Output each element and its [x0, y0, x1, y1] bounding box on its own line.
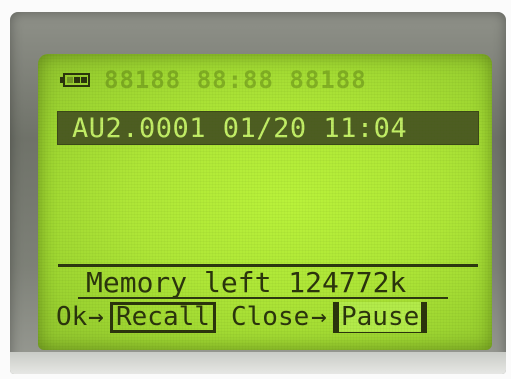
- close-arrow-icon: →: [311, 302, 327, 332]
- recall-label: Recall: [116, 302, 210, 332]
- memory-underline: [78, 297, 448, 299]
- status-row: 88188 88:88 88188: [60, 66, 480, 94]
- device-bezel-bottom: [10, 352, 506, 374]
- softkey-row: Ok → Recall Close → Pause: [56, 302, 486, 333]
- pause-label: Pause: [339, 302, 422, 332]
- file-date-time-label: AU2.0001 01/20 11:04: [72, 113, 408, 144]
- memory-left-label: Memory left 124772k: [86, 266, 407, 299]
- inactive-segment-display: 88188 88:88 88188: [104, 66, 367, 94]
- close-label: Close: [231, 302, 310, 332]
- ok-arrow-icon: →: [88, 302, 104, 332]
- recall-softkey-button[interactable]: Recall: [110, 302, 216, 333]
- header-bar: AU2.0001 01/20 11:04: [58, 112, 478, 144]
- lcd-screen: 88188 88:88 88188 AU2.0001 01/20 11:04 M…: [38, 54, 492, 350]
- ok-label: Ok: [56, 302, 88, 332]
- pause-softkey-button[interactable]: Pause: [333, 302, 428, 333]
- battery-icon: [60, 73, 90, 87]
- device-photo: 88188 88:88 88188 AU2.0001 01/20 11:04 M…: [0, 0, 511, 379]
